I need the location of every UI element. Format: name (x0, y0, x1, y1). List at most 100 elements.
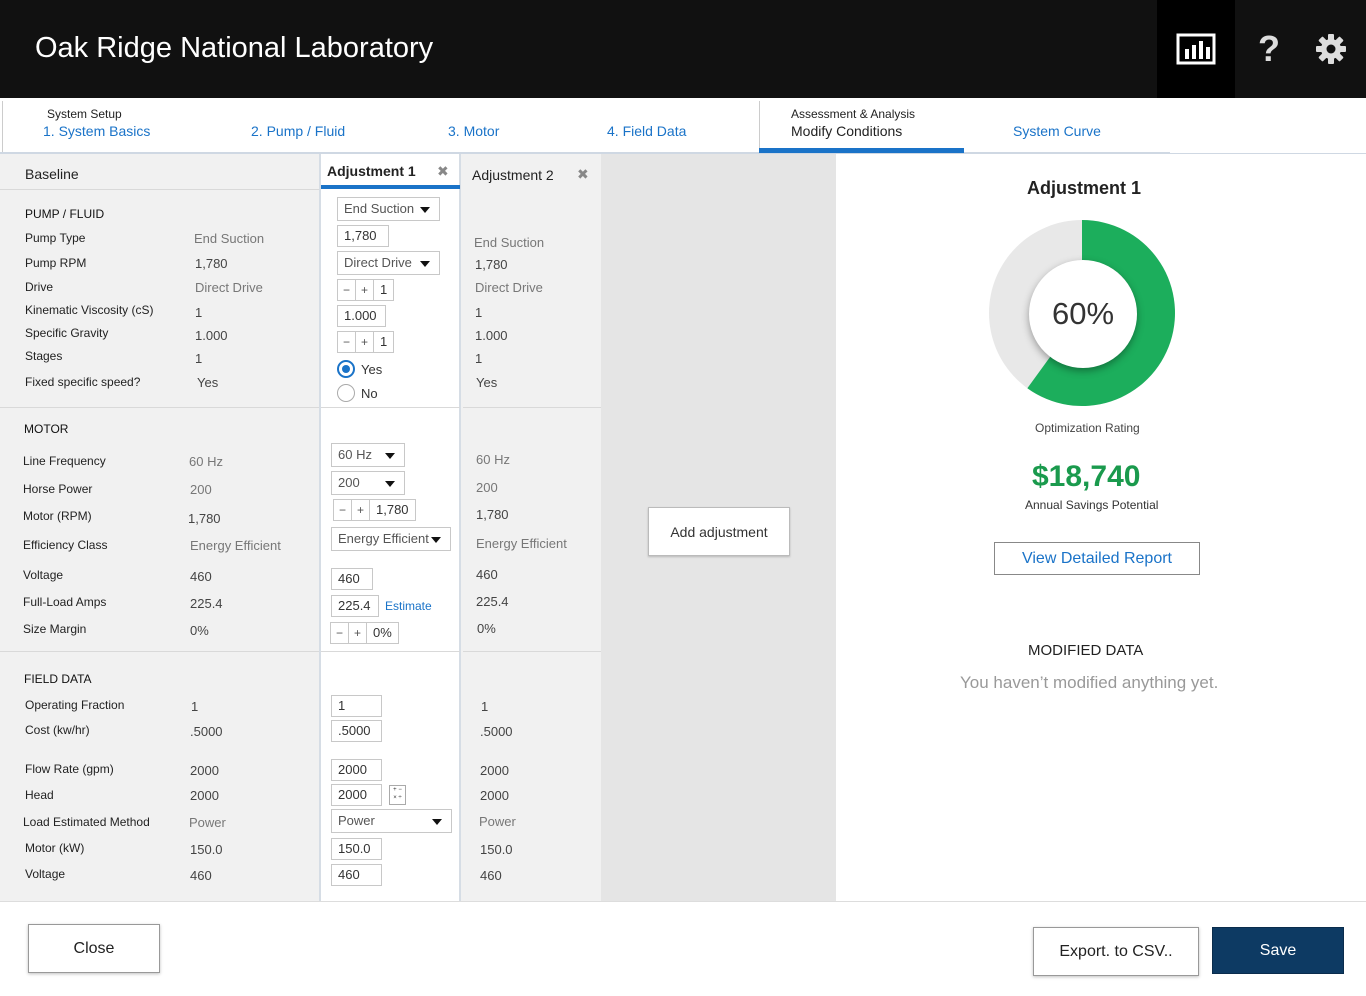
flow-rate-input[interactable]: 2000 (331, 759, 382, 781)
tab-motor[interactable]: 3. Motor (448, 123, 499, 139)
adj2-field-voltage: 460 (480, 868, 502, 883)
label-motor-rpm: Motor (RPM) (23, 509, 92, 523)
pump-type-select[interactable]: End Suction (337, 197, 440, 221)
settings-button[interactable] (1292, 0, 1366, 98)
summary-title: Adjustment 1 (1027, 178, 1142, 198)
stages-value[interactable]: 1 (374, 332, 393, 352)
tab-divider (0, 152, 1170, 153)
baseline-pump-rpm: 1,780 (195, 256, 228, 271)
line-frequency-select[interactable]: 60 Hz (331, 443, 405, 467)
baseline-size-margin: 0% (190, 623, 209, 638)
baseline-title: Baseline (25, 166, 79, 182)
baseline-drive: Direct Drive (195, 280, 263, 295)
drive-select[interactable]: Direct Drive (337, 251, 440, 275)
decrement-button[interactable]: − (338, 332, 356, 352)
load-method-select[interactable]: Power (331, 809, 452, 833)
pump-rpm-input[interactable]: 1,780 (337, 225, 389, 247)
modified-data-title: MODIFIED DATA (1028, 642, 1144, 659)
save-button[interactable]: Save (1212, 927, 1344, 974)
increment-button[interactable]: + (349, 623, 367, 643)
adj2-flow-rate: 2000 (480, 763, 509, 778)
increment-button[interactable]: + (356, 280, 374, 300)
adjustment-1-title[interactable]: Adjustment 1 (327, 163, 416, 179)
motor-rpm-stepper[interactable]: − +1,780 (333, 499, 416, 521)
label-kinematic-viscosity: Kinematic Viscosity (cS) (25, 303, 154, 317)
section-divider (0, 407, 319, 408)
adj2-specific-gravity: 1.000 (475, 328, 508, 343)
motor-rpm-value[interactable]: 1,780 (370, 500, 415, 520)
tab-divider (759, 101, 760, 153)
decrement-button[interactable]: − (331, 623, 349, 643)
section-divider (321, 651, 460, 652)
motor-kw-input[interactable]: 150.0 (331, 838, 382, 860)
decrement-button[interactable]: − (334, 500, 352, 520)
baseline-flow-rate: 2000 (190, 763, 219, 778)
baseline-field-voltage: 460 (190, 868, 212, 883)
close-button[interactable]: Close (28, 924, 160, 973)
label-cost: Cost (kw/hr) (25, 723, 90, 737)
adjustment-2-title[interactable]: Adjustment 2 (472, 167, 554, 183)
fixed-speed-yes-radio[interactable] (337, 360, 355, 378)
viscosity-value[interactable]: 1 (374, 280, 393, 300)
drive-value: Direct Drive (344, 255, 412, 270)
tab-pump-fluid[interactable]: 2. Pump / Fluid (251, 123, 345, 139)
baseline-motor-rpm: 1,780 (188, 511, 221, 526)
label-horse-power: Horse Power (23, 482, 93, 496)
cost-input[interactable]: .5000 (331, 720, 382, 742)
add-adjustment-button[interactable]: Add adjustment (648, 507, 790, 556)
fixed-speed-no-label: No (361, 386, 378, 401)
baseline-pump-type: End Suction (194, 231, 265, 246)
label-specific-gravity: Specific Gravity (25, 326, 109, 340)
horse-power-select[interactable]: 200 (331, 471, 405, 495)
section-divider (463, 407, 601, 408)
label-field-voltage: Voltage (25, 867, 66, 881)
label-voltage: Voltage (23, 568, 64, 582)
estimate-link[interactable]: Estimate (385, 599, 432, 613)
voltage-input[interactable]: 460 (331, 568, 373, 590)
view-detailed-report-button[interactable]: View Detailed Report (994, 542, 1200, 575)
label-full-load-amps: Full-Load Amps (23, 595, 107, 609)
active-tab-indicator (759, 148, 964, 153)
head-input[interactable]: 2000 (331, 784, 382, 806)
line-frequency-value: 60 Hz (338, 447, 372, 462)
baseline-load-method: Power (189, 815, 226, 830)
stages-stepper[interactable]: − +1 (337, 331, 395, 353)
fixed-speed-no-radio[interactable] (337, 384, 355, 402)
baseline-line-frequency: 60 Hz (189, 454, 223, 469)
adj2-pump-type: End Suction (474, 235, 545, 250)
full-load-amps-input[interactable]: 225.4 (331, 595, 379, 617)
tab-system-basics[interactable]: 1. System Basics (43, 123, 150, 139)
adj2-line-frequency: 60 Hz (476, 452, 510, 467)
operating-fraction-input[interactable]: 1 (331, 695, 382, 717)
baseline-fixed-specific-speed: Yes (197, 375, 219, 390)
adj2-fixed-specific-speed: Yes (476, 375, 498, 390)
remove-adjustment-2-icon[interactable]: ✖ (577, 166, 589, 183)
size-margin-value[interactable]: 0% (367, 623, 398, 643)
remove-adjustment-1-icon[interactable]: ✖ (437, 163, 449, 180)
adj2-horse-power: 200 (476, 480, 498, 495)
field-voltage-input[interactable]: 460 (331, 864, 382, 886)
decrement-button[interactable]: − (338, 280, 356, 300)
calculator-icon[interactable]: + − × ÷ (389, 785, 406, 805)
chevron-down-icon (385, 453, 395, 459)
increment-button[interactable]: + (356, 332, 374, 352)
export-csv-button[interactable]: Export. to CSV.. (1033, 927, 1199, 976)
adj2-motor-rpm: 1,780 (476, 507, 509, 522)
efficiency-class-select[interactable]: Energy Efficient (331, 527, 451, 551)
reports-button[interactable] (1157, 0, 1235, 98)
tab-field-data[interactable]: 4. Field Data (607, 123, 686, 139)
modified-data-empty-message: You haven’t modified anything yet. (960, 673, 1219, 692)
step-tabs: System Setup Assessment & Analysis 1. Sy… (0, 98, 1366, 154)
tab-divider (2, 101, 3, 153)
section-divider (463, 651, 601, 652)
tab-system-curve[interactable]: System Curve (1013, 123, 1101, 139)
bar-chart-icon (1176, 33, 1216, 65)
specific-gravity-input[interactable]: 1.000 (337, 305, 386, 327)
adj2-head: 2000 (480, 788, 509, 803)
label-motor-kw: Motor (kW) (25, 841, 85, 855)
size-margin-stepper[interactable]: − +0% (330, 622, 399, 644)
increment-button[interactable]: + (352, 500, 370, 520)
label-head: Head (25, 788, 54, 802)
tab-modify-conditions[interactable]: Modify Conditions (791, 123, 902, 139)
viscosity-stepper[interactable]: − +1 (337, 279, 395, 301)
